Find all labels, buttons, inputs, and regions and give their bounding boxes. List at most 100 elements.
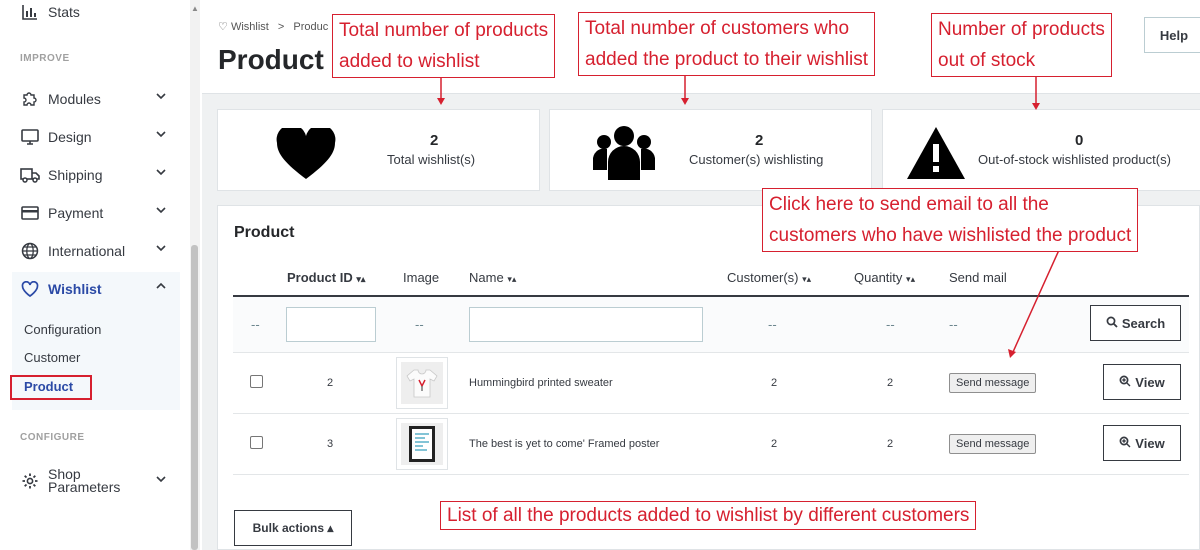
users-icon <box>592 124 656 187</box>
sidebar-item-label: Shipping <box>48 167 103 183</box>
page-title: Product <box>218 44 324 75</box>
column-header-image: Image <box>403 270 440 285</box>
annotation-text: Total number of products <box>339 20 549 41</box>
product-thumbnail-poster <box>396 418 448 470</box>
send-message-button[interactable]: Send message <box>949 434 1037 454</box>
help-button[interactable]: Help <box>1144 17 1200 53</box>
sidebar-item-label: Stats <box>48 4 80 20</box>
annotation-text: Click here to send email to all the <box>769 194 1049 215</box>
sidebar-item-shop-parameters[interactable]: Shop Parameters <box>20 466 180 496</box>
puzzle-icon <box>20 89 40 109</box>
breadcrumb-separator: > <box>277 21 285 33</box>
sidebar-subitem-customer[interactable]: Customer <box>24 350 80 365</box>
breadcrumb-link-wishlist[interactable]: Wishlist <box>231 21 269 33</box>
annotation-total-customers: Total number of customers who added the … <box>578 12 876 76</box>
heart-icon <box>20 279 40 299</box>
heart-icon <box>276 124 336 185</box>
annotation-send-email: Click here to send email to all the cust… <box>762 188 1139 252</box>
sidebar-item-label: Shop Parameters <box>48 467 121 495</box>
scroll-up-icon[interactable]: ▲ <box>191 4 199 13</box>
kpi-total-wishlists: 2 Total wishlist(s) <box>217 109 540 191</box>
column-header-product-id[interactable]: Product ID ▾▴ <box>287 270 365 285</box>
sidebar-item-label: Design <box>48 129 92 145</box>
chevron-down-icon <box>155 165 167 181</box>
row-checkbox[interactable] <box>250 375 263 388</box>
chevron-down-icon <box>155 127 167 143</box>
chevron-down-icon <box>155 473 167 487</box>
kpi-label: Total wishlist(s) <box>387 152 476 167</box>
column-header-name[interactable]: Name ▾▴ <box>469 270 516 285</box>
filter-product-id-input[interactable] <box>286 307 376 342</box>
sidebar-item-stats[interactable]: Stats <box>20 0 80 24</box>
row-checkbox[interactable] <box>250 436 263 449</box>
breadcrumb-current: Produc <box>293 21 329 33</box>
zoom-in-icon <box>1119 436 1131 451</box>
product-panel <box>217 205 1200 550</box>
warning-icon <box>905 125 967 186</box>
view-button[interactable]: View <box>1103 425 1181 461</box>
credit-card-icon <box>20 203 40 223</box>
sort-icon[interactable]: ▾▴ <box>802 274 811 284</box>
shop-params-line2: Parameters <box>48 479 121 495</box>
cell-product-id: 2 <box>327 377 334 389</box>
filter-placeholder: -- <box>886 317 895 332</box>
sidebar-item-wishlist[interactable]: Wishlist <box>20 277 180 301</box>
annotation-text: out of stock <box>938 50 1036 71</box>
sidebar-item-shipping[interactable]: Shipping <box>20 163 180 187</box>
sidebar-item-label: International <box>48 243 126 259</box>
column-label: Product ID <box>287 270 353 285</box>
search-button[interactable]: Search <box>1090 305 1181 341</box>
row-divider <box>233 413 1189 414</box>
heart-outline-icon: ♡ <box>218 21 228 33</box>
sidebar-item-modules[interactable]: Modules <box>20 87 180 111</box>
globe-icon <box>20 241 40 261</box>
column-header-customers[interactable]: Customer(s) ▾▴ <box>727 270 811 285</box>
sidebar-section-improve: IMPROVE <box>20 53 70 64</box>
filter-placeholder: -- <box>768 317 777 332</box>
bar-chart-icon <box>20 2 40 22</box>
annotation-text: customers who have wishlisted the produc… <box>769 225 1132 246</box>
annotation-text: added to wishlist <box>339 51 480 72</box>
sidebar-item-label: Modules <box>48 91 101 107</box>
filter-name-input[interactable] <box>469 307 703 342</box>
view-button[interactable]: View <box>1103 364 1181 400</box>
chevron-down-icon <box>155 89 167 105</box>
kpi-value: 2 <box>430 132 439 149</box>
chevron-up-icon <box>155 279 167 295</box>
sidebar-scrollbar[interactable]: ▲ <box>190 0 200 550</box>
annotation-out-of-stock: Number of products out of stock <box>931 13 1112 77</box>
sidebar-subitem-configuration[interactable]: Configuration <box>24 322 101 337</box>
search-icon <box>1106 316 1118 331</box>
kpi-label: Customer(s) wishlisting <box>689 152 824 167</box>
sidebar-item-label: Wishlist <box>48 281 102 297</box>
annotation-highlight-box <box>10 375 92 400</box>
search-button-label: Search <box>1121 315 1166 331</box>
column-header-quantity[interactable]: Quantity ▾▴ <box>854 270 915 285</box>
annotation-text: Number of products <box>938 19 1105 40</box>
cell-product-id: 3 <box>327 438 334 450</box>
send-message-button[interactable]: Send message <box>949 373 1037 393</box>
sort-icon[interactable]: ▾▴ <box>906 274 915 284</box>
view-button-label: View <box>1135 435 1165 451</box>
bulk-actions-button[interactable]: Bulk actions ▴ <box>234 510 352 546</box>
cell-quantity: 2 <box>887 438 894 450</box>
cell-customers: 2 <box>771 438 778 450</box>
sidebar-item-international[interactable]: International <box>20 239 180 263</box>
annotation-total-products: Total number of products added to wishli… <box>332 14 556 78</box>
header-divider <box>202 93 1200 94</box>
scrollbar-thumb[interactable] <box>191 245 198 550</box>
sidebar-item-payment[interactable]: Payment <box>20 201 180 225</box>
truck-icon <box>20 165 40 185</box>
column-label: Quantity <box>854 270 903 285</box>
column-label: Customer(s) <box>727 270 799 285</box>
sidebar-item-design[interactable]: Design <box>20 125 180 149</box>
cell-product-name: Hummingbird printed sweater <box>469 377 613 389</box>
column-label: Name <box>469 270 504 285</box>
monitor-icon <box>20 127 40 147</box>
panel-title: Product <box>234 224 295 241</box>
sort-icon[interactable]: ▾▴ <box>356 274 365 284</box>
cell-quantity: 2 <box>887 377 894 389</box>
sort-icon[interactable]: ▾▴ <box>507 274 516 284</box>
kpi-customers-wishlisting: 2 Customer(s) wishlisting <box>549 109 872 191</box>
cell-product-name: The best is yet to come' Framed poster <box>469 438 660 450</box>
